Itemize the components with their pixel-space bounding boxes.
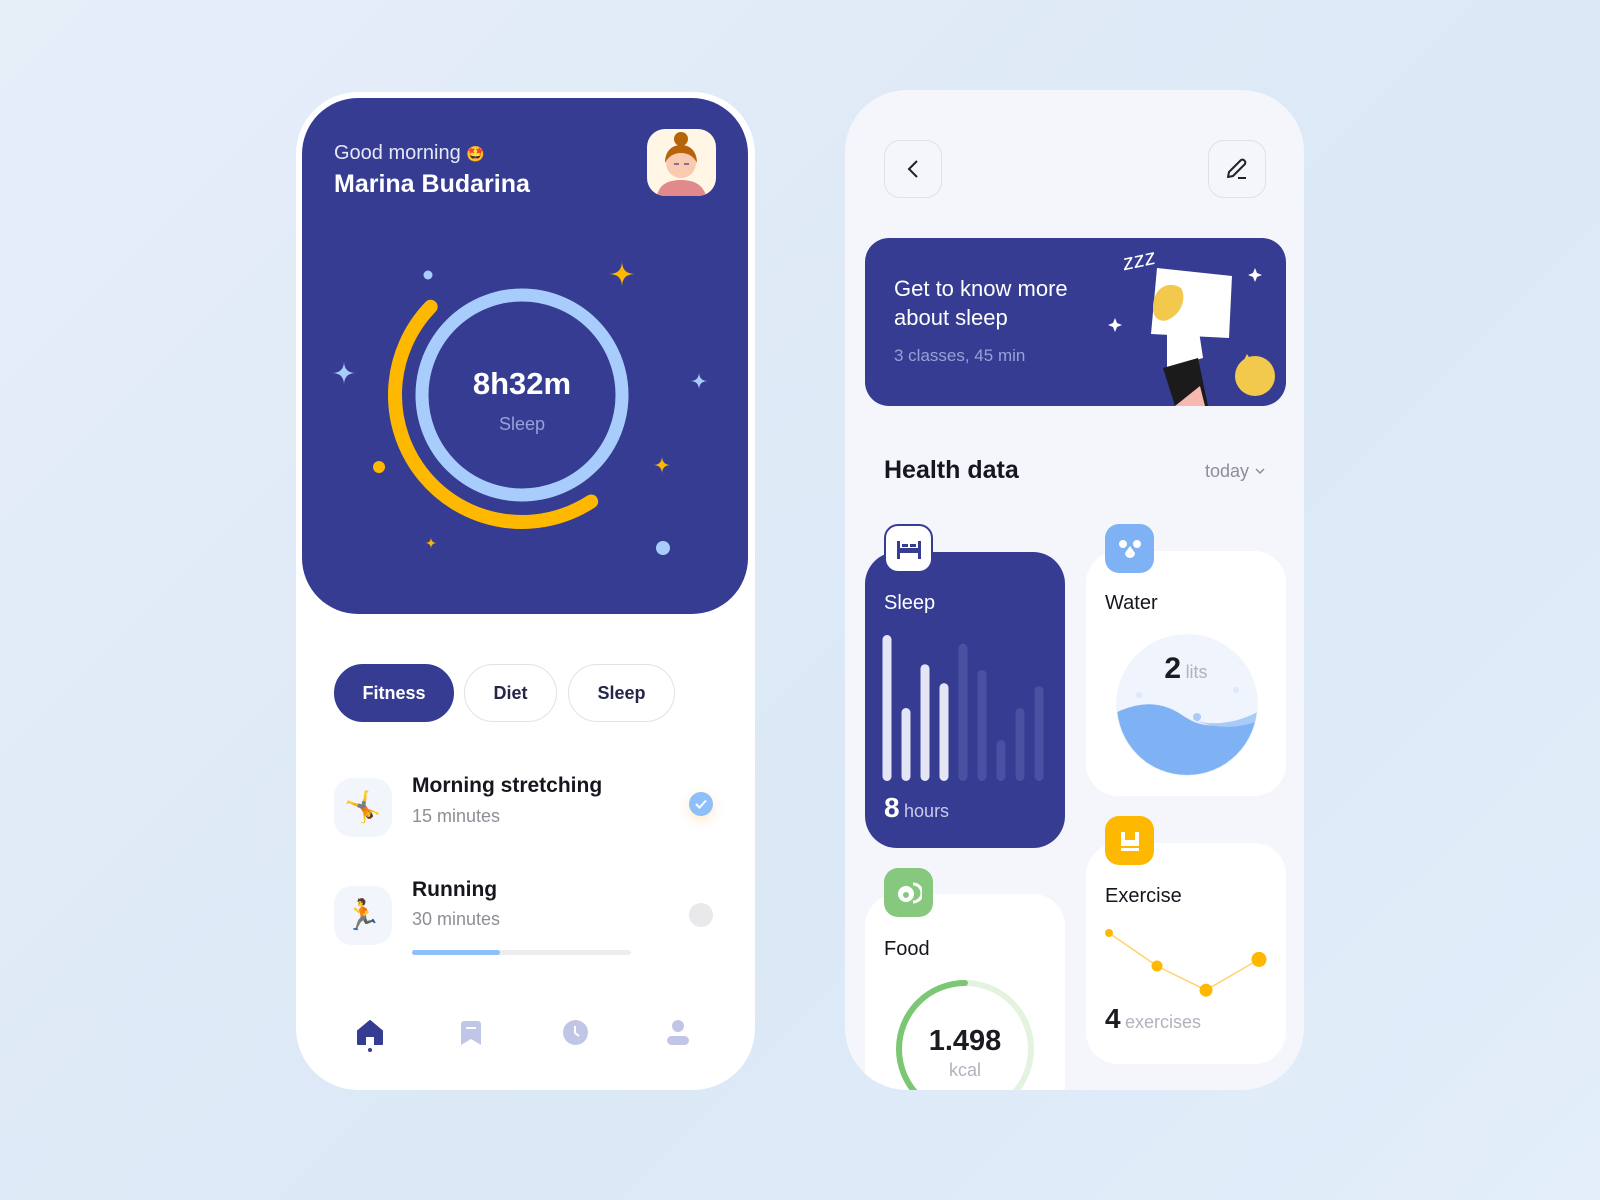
exercise-point bbox=[1105, 929, 1113, 937]
value-number: 8 bbox=[884, 792, 900, 823]
food-unit: kcal bbox=[948, 1060, 981, 1080]
banner-subtitle: 3 classes, 45 min bbox=[894, 346, 1026, 365]
sleep-total: 8h32m bbox=[472, 366, 572, 401]
sleep-bar bbox=[920, 664, 930, 781]
sleep-bar bbox=[958, 643, 968, 781]
cartwheel-person-icon: 🤸 bbox=[334, 778, 392, 837]
sleeping-woman-illustration: zzz bbox=[1108, 244, 1275, 406]
tab-diet[interactable]: Diet bbox=[464, 664, 557, 722]
sleep-ring-chart bbox=[332, 261, 708, 555]
running-person-icon: 🏃 bbox=[334, 886, 392, 945]
banner-title-line: Get to know more bbox=[894, 276, 1068, 301]
exercise-data-card[interactable]: Exercise 4 exercises bbox=[1086, 843, 1286, 1064]
completed-check-icon[interactable] bbox=[689, 792, 713, 816]
decor-dot bbox=[423, 270, 433, 280]
value-number: 2 bbox=[1164, 652, 1182, 685]
sparkle-star-icon bbox=[609, 261, 635, 287]
decor-dot bbox=[373, 461, 385, 473]
card-label: Food bbox=[884, 938, 930, 960]
sleep-hero-card: Good morning 🤩 Marina Budarina 8h32m Sle… bbox=[302, 98, 748, 614]
sparkle-star-icon bbox=[332, 361, 356, 385]
activity-duration: 30 minutes bbox=[412, 909, 501, 929]
water-value: 2 lits bbox=[1086, 652, 1286, 686]
sparkle-star-icon bbox=[425, 537, 437, 549]
value-unit: lits bbox=[1185, 662, 1208, 682]
clock-icon[interactable] bbox=[563, 1020, 588, 1050]
sleep-bar bbox=[977, 670, 987, 781]
exercise-point bbox=[1199, 983, 1213, 997]
exercise-trend-line bbox=[1108, 932, 1260, 992]
food-value: 1.498 bbox=[928, 1025, 1002, 1057]
chevron-down-icon bbox=[1255, 468, 1265, 475]
exercise-point bbox=[1251, 951, 1267, 967]
sleep-value: 8 hours bbox=[884, 792, 949, 824]
sparkle-star-icon bbox=[690, 372, 708, 390]
sleep-bar bbox=[882, 635, 892, 781]
home-screen: Good morning 🤩 Marina Budarina 8h32m Sle… bbox=[296, 92, 755, 1090]
sleep-bar bbox=[1034, 686, 1044, 781]
food-data-card[interactable]: Food 1.498 kcal bbox=[865, 894, 1065, 1090]
activity-duration: 15 minutes bbox=[412, 806, 501, 826]
card-label: Water bbox=[1105, 592, 1158, 614]
activity-title: Running bbox=[412, 878, 498, 901]
sleep-bar bbox=[939, 683, 949, 781]
incomplete-check-circle[interactable] bbox=[689, 903, 713, 927]
exercise-point bbox=[1151, 960, 1163, 972]
period-dropdown[interactable]: today bbox=[1205, 461, 1265, 482]
sparkle-star-icon bbox=[653, 456, 671, 474]
bed-icon bbox=[884, 524, 933, 573]
svg-text:zzz: zzz bbox=[1119, 244, 1157, 276]
decor-dot bbox=[656, 541, 670, 555]
sleep-bar bbox=[901, 708, 911, 781]
activity-progress-bar bbox=[412, 950, 631, 955]
water-data-card[interactable]: Water 2 lits bbox=[1086, 551, 1286, 796]
pencil-icon bbox=[1227, 158, 1247, 179]
progress-fill bbox=[412, 950, 500, 955]
sports-top-icon bbox=[1105, 816, 1154, 865]
value-number: 4 bbox=[1105, 1003, 1121, 1034]
banner-title-line: about sleep bbox=[894, 305, 1008, 330]
tab-fitness[interactable]: Fitness bbox=[334, 664, 454, 722]
sleep-bar bbox=[1015, 708, 1025, 781]
section-title: Health data bbox=[884, 456, 1019, 484]
value-unit: hours bbox=[904, 801, 950, 821]
home-icon[interactable] bbox=[357, 1020, 383, 1057]
sleep-data-card[interactable]: Sleep 8 hours bbox=[865, 552, 1065, 848]
bookmark-icon[interactable] bbox=[461, 1021, 481, 1050]
back-button[interactable] bbox=[884, 140, 942, 198]
banner-title: Get to know more about sleep bbox=[894, 274, 1068, 332]
sleep-total-label: Sleep bbox=[498, 414, 546, 434]
profile-icon[interactable] bbox=[667, 1020, 689, 1050]
health-detail-screen: Get to know more about sleep 3 classes, 4… bbox=[845, 90, 1304, 1090]
water-drops-icon bbox=[1105, 524, 1154, 573]
avocado-icon bbox=[884, 868, 933, 917]
sleep-course-banner[interactable]: Get to know more about sleep 3 classes, 4… bbox=[865, 238, 1286, 406]
chevron-left-icon bbox=[907, 160, 918, 178]
activity-title: Morning stretching bbox=[412, 774, 603, 797]
value-unit: exercises bbox=[1125, 1012, 1202, 1032]
period-value: today bbox=[1205, 461, 1250, 481]
tab-sleep[interactable]: Sleep bbox=[568, 664, 675, 722]
edit-button[interactable] bbox=[1208, 140, 1266, 198]
sleep-bar bbox=[996, 740, 1006, 781]
exercise-value: 4 exercises bbox=[1105, 1003, 1201, 1035]
